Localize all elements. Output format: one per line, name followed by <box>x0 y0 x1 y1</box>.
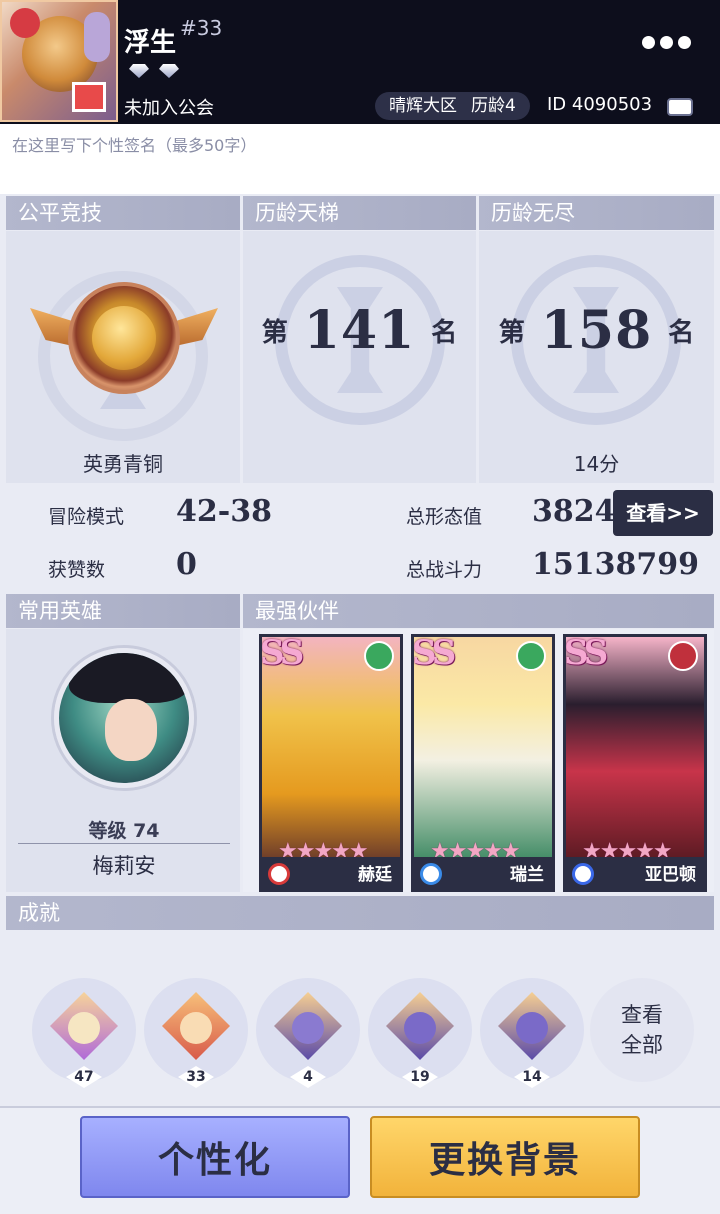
change-background-button[interactable]: 更换背景 <box>370 1116 640 1198</box>
view-all-line1: 查看 <box>621 1003 663 1027</box>
diamond-badges <box>126 62 182 84</box>
diamond-icon <box>156 62 182 84</box>
achievement-count: 14 <box>514 1066 550 1088</box>
player-name: 浮生 <box>124 28 177 58</box>
partners-header: 最强伙伴 <box>243 594 714 628</box>
tank-role-icon <box>268 863 290 885</box>
ladder-rank: 第 141 名 <box>243 300 476 361</box>
form-value: 3824 <box>532 494 616 529</box>
achievement-badge[interactable]: 19 <box>368 978 472 1088</box>
adventure-value: 42-38 <box>176 494 272 529</box>
partner-name: 赫廷 <box>358 865 392 885</box>
partner-grade: SS <box>260 634 304 673</box>
endless-rank-number: 158 <box>540 300 653 361</box>
profile-header: 浮生 #33 未加入公会 晴辉大区 历龄4 ID 4090503 <box>0 0 720 124</box>
hero-name: 梅莉安 <box>92 854 156 878</box>
hero-level: 等级 74 <box>88 820 160 842</box>
endless-score: 14分 <box>573 452 620 476</box>
adventure-row: 冒险模式 42-38 <box>6 488 356 538</box>
ladder-rank-number: 141 <box>303 300 416 361</box>
partner-grade: SS <box>564 634 608 673</box>
achievement-count: 47 <box>66 1066 102 1088</box>
likes-value: 0 <box>176 547 197 582</box>
hero-portrait[interactable] <box>54 648 194 788</box>
signature-field[interactable]: 在这里写下个性签名（最多50字） <box>0 124 720 194</box>
diamond-icon <box>126 62 152 84</box>
partner-name: 亚巴顿 <box>645 865 696 885</box>
region-label: 晴辉大区 <box>389 96 457 116</box>
endless-rank: 第 158 名 <box>479 300 714 361</box>
personalize-button[interactable]: 个性化 <box>80 1116 350 1198</box>
achievement-count: 33 <box>178 1066 214 1088</box>
support-role-icon <box>420 863 442 885</box>
achievement-badge[interactable]: 33 <box>144 978 248 1088</box>
ladder-rank-suffix: 名 <box>431 318 458 348</box>
more-options-icon[interactable] <box>642 36 691 49</box>
endless-rank-prefix: 第 <box>498 318 525 348</box>
ladder-header: 历龄天梯 <box>243 196 476 230</box>
power-value: 15138799 <box>532 547 699 582</box>
view-form-button[interactable]: 查看>> <box>613 490 713 536</box>
tier-name: 英勇青铜 <box>83 452 163 476</box>
achievement-count: 4 <box>290 1066 326 1088</box>
partner-card[interactable]: SS ★★★★★ 赫廷 <box>259 634 403 892</box>
nature-element-icon <box>516 641 546 671</box>
view-all-line2: 全部 <box>621 1033 663 1057</box>
fire-element-icon <box>668 641 698 671</box>
guild-status: 未加入公会 <box>124 98 214 119</box>
fair-competition-header: 公平竞技 <box>6 196 240 230</box>
shield-role-icon <box>572 863 594 885</box>
player-avatar[interactable] <box>0 0 118 122</box>
adventure-label: 冒险模式 <box>48 506 125 528</box>
partner-grade: SS <box>412 634 456 673</box>
achievement-badge[interactable]: 14 <box>480 978 584 1088</box>
partner-name: 瑞兰 <box>510 865 544 885</box>
endless-header: 历龄无尽 <box>479 196 714 230</box>
seniority-label: 历龄4 <box>471 96 516 116</box>
player-id: ID 4090503 <box>547 94 653 115</box>
bronze-tier-emblem-icon <box>68 282 180 394</box>
view-all-achievements-button[interactable]: 查看 全部 <box>590 978 694 1082</box>
achievement-badge[interactable]: 4 <box>256 978 360 1088</box>
signature-placeholder: 在这里写下个性签名（最多50字） <box>12 136 257 155</box>
partner-card[interactable]: SS ★★★★★ 亚巴顿 <box>563 634 707 892</box>
ladder-rank-prefix: 第 <box>261 318 288 348</box>
achievements-header: 成就 <box>6 896 714 930</box>
likes-row: 获赞数 0 <box>6 541 356 591</box>
achievement-count: 19 <box>402 1066 438 1088</box>
endless-rank-suffix: 名 <box>668 318 695 348</box>
achievement-badge[interactable]: 47 <box>32 978 136 1088</box>
form-label: 总形态值 <box>406 506 483 528</box>
copy-id-icon[interactable] <box>667 98 693 116</box>
nature-element-icon <box>364 641 394 671</box>
hero-header: 常用英雄 <box>6 594 240 628</box>
region-pill: 晴辉大区 历龄4 <box>375 92 530 120</box>
likes-label: 获赞数 <box>48 559 106 581</box>
power-label: 总战斗力 <box>406 559 483 581</box>
power-row: 总战斗力 15138799 <box>364 541 714 591</box>
partner-card[interactable]: SS ★★★★★ 瑞兰 <box>411 634 555 892</box>
player-rank-tag: #33 <box>180 16 223 40</box>
divider <box>18 843 230 844</box>
